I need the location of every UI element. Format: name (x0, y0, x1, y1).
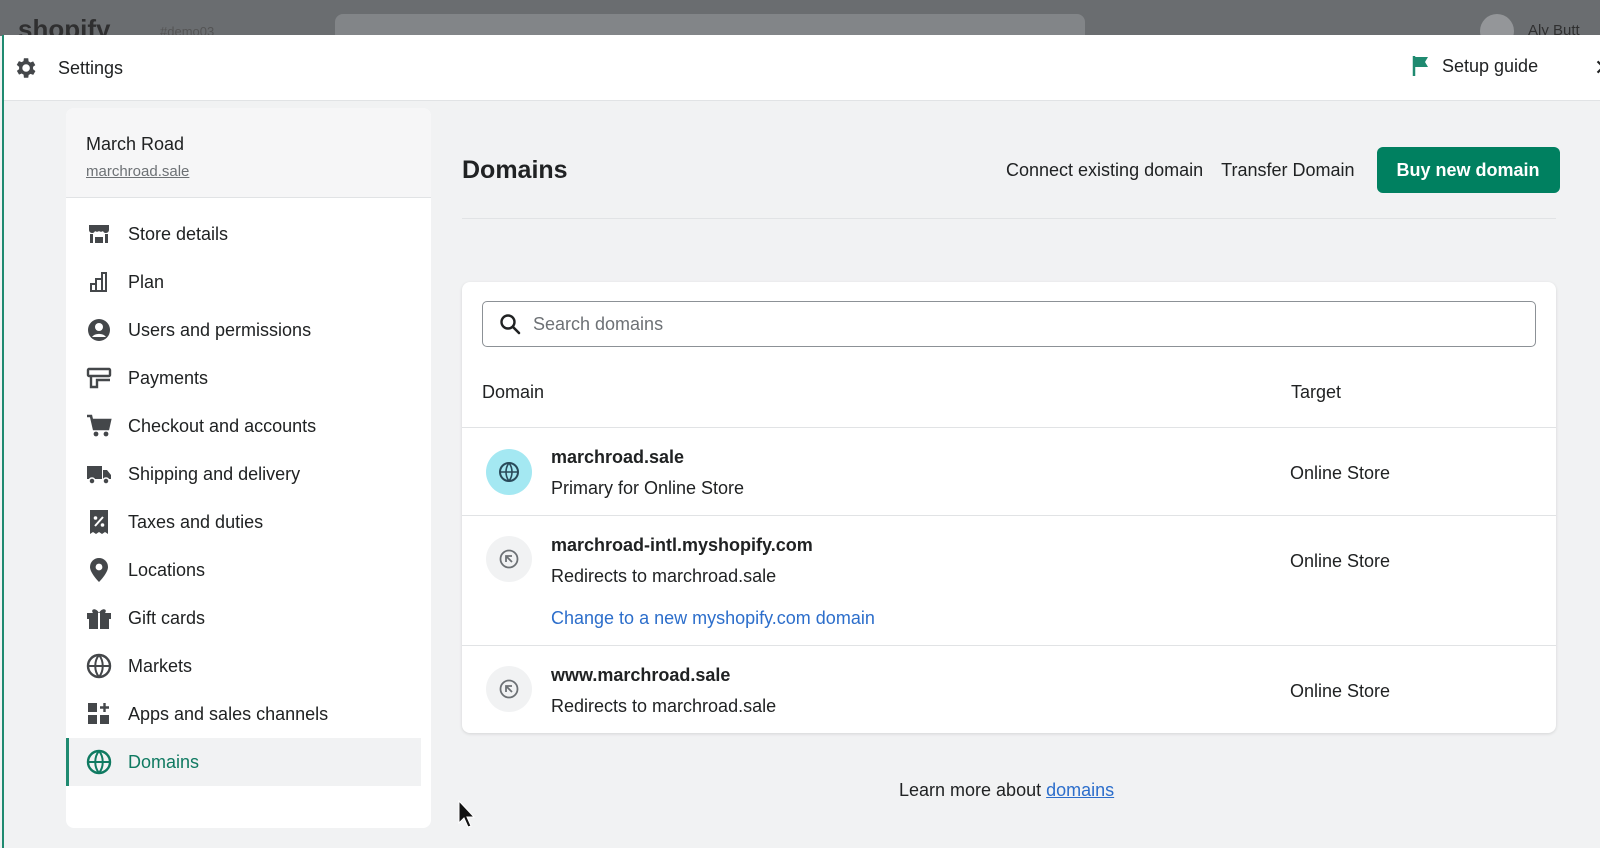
sidebar-item-label: Locations (128, 559, 206, 580)
settings-header: Settings Setup guide ✕ (4, 35, 1600, 101)
sidebar-item-checkout[interactable]: Checkout and accounts (66, 402, 431, 450)
sidebar-item-gift-cards[interactable]: Gift cards (66, 594, 431, 642)
sidebar-item-label: Taxes and duties (128, 511, 264, 532)
table-row[interactable]: marchroad-intl.myshopify.com Redirects t… (462, 515, 1556, 645)
domains-card: Domain Target marchroad.sale Primary for… (462, 282, 1556, 733)
background-user-name: Aly Butt (1528, 22, 1580, 36)
learn-more-footer: Learn more about domains (899, 780, 1114, 801)
payments-icon (86, 365, 112, 391)
change-myshopify-domain-link[interactable]: Change to a new myshopify.com domain (551, 608, 875, 629)
search-field[interactable] (482, 301, 1536, 347)
settings-nav: Store details Plan Users and permissions… (66, 198, 431, 786)
redirect-icon (486, 536, 532, 582)
connect-existing-domain-button[interactable]: Connect existing domain (1006, 160, 1203, 181)
markets-globe-icon (86, 653, 112, 679)
store-name: March Road (86, 134, 185, 154)
user-icon (86, 317, 112, 343)
domain-status: Redirects to marchroad.sale (551, 566, 777, 586)
sidebar-item-label: Plan (128, 271, 165, 292)
domain-target: Online Store (1290, 551, 1391, 571)
table-row[interactable]: www.marchroad.sale Redirects to marchroa… (462, 645, 1556, 733)
domain-name: www.marchroad.sale (551, 665, 731, 685)
gear-icon (16, 58, 36, 78)
buy-new-domain-button[interactable]: Buy new domain (1376, 147, 1560, 193)
apps-icon (86, 701, 112, 727)
sidebar-item-label: Users and permissions (128, 319, 312, 340)
sidebar-item-plan[interactable]: Plan (66, 258, 431, 306)
store-url-link[interactable]: marchroad.sale (86, 163, 189, 180)
redirect-icon (486, 666, 532, 712)
background-search-bar (335, 14, 1085, 36)
column-header-domain: Domain (482, 382, 545, 402)
mouse-cursor-icon (458, 800, 476, 828)
sidebar-item-label: Markets (128, 655, 193, 676)
learn-more-text: Learn more about (899, 780, 1042, 800)
sidebar-item-label: Apps and sales channels (128, 703, 329, 724)
domains-globe-icon (86, 749, 112, 775)
setup-guide-button[interactable]: Setup guide (1412, 55, 1538, 77)
table-row[interactable]: marchroad.sale Primary for Online Store … (462, 427, 1556, 515)
shopify-logo: shopify (18, 14, 111, 36)
domain-target: Online Store (1290, 463, 1391, 483)
domain-status: Primary for Online Store (551, 478, 745, 498)
sidebar-item-locations[interactable]: Locations (66, 546, 431, 594)
domain-name: marchroad-intl.myshopify.com (551, 535, 813, 555)
sidebar-item-label: Payments (128, 367, 209, 388)
sidebar-item-label: Checkout and accounts (128, 415, 317, 436)
settings-title: Settings (58, 58, 124, 78)
close-icon[interactable]: ✕ (1594, 55, 1600, 81)
sidebar-item-markets[interactable]: Markets (66, 642, 431, 690)
transfer-domain-button[interactable]: Transfer Domain (1221, 160, 1354, 181)
search-icon (500, 314, 521, 335)
page-actions: Connect existing domain Transfer Domain … (1006, 147, 1560, 193)
sidebar-item-label: Shipping and delivery (128, 463, 301, 484)
learn-more-domains-link[interactable]: domains (1046, 780, 1114, 800)
sidebar-item-taxes[interactable]: Taxes and duties (66, 498, 431, 546)
gift-icon (86, 605, 112, 631)
setup-guide-label: Setup guide (1442, 55, 1539, 76)
background-topbar: shopify #demo03 Aly Butt (0, 0, 1600, 36)
domain-target: Online Store (1290, 681, 1391, 701)
store-header: March Road marchroad.sale (66, 108, 431, 198)
sidebar-item-store-details[interactable]: Store details (66, 210, 431, 258)
search-input[interactable] (533, 313, 1433, 335)
location-pin-icon (86, 557, 112, 583)
tax-icon (86, 509, 112, 535)
title-divider (462, 218, 1556, 219)
sidebar-item-domains[interactable]: Domains (66, 738, 421, 786)
cart-icon (86, 413, 112, 439)
domain-name: marchroad.sale (551, 447, 685, 467)
settings-sidebar: March Road marchroad.sale Store details … (66, 108, 431, 828)
sidebar-item-apps[interactable]: Apps and sales channels (66, 690, 431, 738)
truck-icon (86, 461, 112, 487)
avatar (1480, 14, 1514, 36)
sidebar-item-payments[interactable]: Payments (66, 354, 431, 402)
flag-icon (1412, 56, 1428, 76)
column-header-target: Target (1291, 382, 1342, 402)
globe-icon (486, 449, 532, 495)
sidebar-item-shipping[interactable]: Shipping and delivery (66, 450, 431, 498)
page-title: Domains (462, 156, 568, 184)
plan-icon (86, 269, 112, 295)
store-icon (86, 221, 112, 247)
sidebar-item-label: Store details (128, 223, 229, 244)
sidebar-item-users[interactable]: Users and permissions (66, 306, 431, 354)
domain-status: Redirects to marchroad.sale (551, 696, 777, 716)
sidebar-item-label: Gift cards (128, 607, 206, 628)
sidebar-item-label: Domains (128, 751, 200, 772)
